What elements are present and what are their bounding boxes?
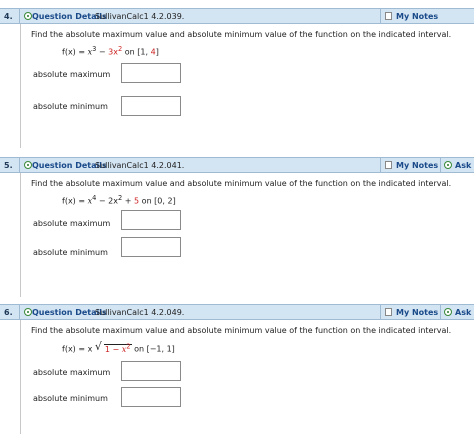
function-lhs: f(x) = x [62, 344, 93, 354]
my-notes-button[interactable]: My Notes [380, 305, 440, 319]
function-interval: on [0, 2] [139, 196, 176, 206]
question-source: SullivanCalc1 4.2.049. [95, 308, 185, 317]
absolute-maximum-label: absolute maximum [33, 70, 111, 79]
question-4: 4. Question Details SullivanCalc1 4.2.03… [0, 8, 474, 148]
function-red-term: 3x [108, 47, 118, 57]
ask-label: Ask [455, 308, 472, 317]
absolute-maximum-label: absolute maximum [33, 219, 111, 228]
my-notes-button[interactable]: My Notes [380, 9, 440, 23]
question-body: Find the absolute maximum value and abso… [20, 320, 474, 434]
question-prompt: Find the absolute maximum value and abso… [31, 326, 452, 335]
function-lhs: f(x) = [62, 47, 88, 57]
absolute-minimum-label: absolute minimum [33, 102, 108, 111]
question-prompt: Find the absolute maximum value and abso… [31, 179, 452, 188]
question-body: Find the absolute maximum value and abso… [20, 173, 474, 297]
ask-button[interactable]: Ask [440, 305, 474, 319]
function-expression: f(x) = x4 − 2x2 + 5 on [0, 2] [62, 194, 176, 206]
question-source: SullivanCalc1 4.2.039. [95, 12, 185, 21]
expand-details-icon[interactable] [24, 308, 32, 316]
question-number: 4. [0, 9, 20, 23]
absolute-minimum-input[interactable] [121, 96, 181, 116]
ask-icon [444, 308, 452, 316]
my-notes-button[interactable]: My Notes [380, 158, 440, 172]
absolute-maximum-label: absolute maximum [33, 368, 111, 377]
absolute-minimum-label: absolute minimum [33, 248, 108, 257]
my-notes-label: My Notes [396, 161, 439, 170]
my-notes-label: My Notes [396, 12, 439, 21]
expand-details-icon[interactable] [24, 161, 32, 169]
question-5: 5. Question Details SullivanCalc1 4.2.04… [0, 157, 474, 297]
function-interval: on [−1, 1] [131, 344, 175, 354]
function-operator: − [96, 47, 109, 57]
radicand-a: 1 − [104, 344, 122, 354]
radicand: 1 − x2 [103, 342, 132, 354]
function-interval: on [1, [122, 47, 151, 57]
question-number: 6. [0, 305, 20, 319]
absolute-maximum-input[interactable] [121, 210, 181, 230]
absolute-minimum-input[interactable] [121, 387, 181, 407]
radical-icon: √ [94, 340, 102, 353]
question-header: 6. Question Details SullivanCalc1 4.2.04… [0, 304, 474, 320]
notes-icon [385, 12, 392, 20]
absolute-maximum-input[interactable] [121, 63, 181, 83]
notes-icon [385, 161, 392, 169]
absolute-minimum-input[interactable] [121, 237, 181, 257]
function-operator: − 2x [96, 196, 118, 206]
function-expression: f(x) = x √ 1 − x2 on [−1, 1] [62, 340, 175, 354]
my-notes-label: My Notes [396, 308, 439, 317]
absolute-minimum-label: absolute minimum [33, 394, 108, 403]
notes-icon [385, 308, 392, 316]
question-prompt: Find the absolute maximum value and abso… [31, 30, 452, 39]
square-root: √ 1 − x2 [94, 340, 132, 354]
question-body: Find the absolute maximum value and abso… [20, 24, 474, 148]
function-operator-2: + [122, 196, 135, 206]
question-source: SullivanCalc1 4.2.041. [95, 161, 185, 170]
function-interval-end: ] [155, 47, 159, 57]
function-lhs: f(x) = [62, 196, 88, 206]
question-6: 6. Question Details SullivanCalc1 4.2.04… [0, 304, 474, 434]
ask-icon [444, 161, 452, 169]
question-header: 5. Question Details SullivanCalc1 4.2.04… [0, 157, 474, 173]
ask-button[interactable]: Ask [440, 158, 474, 172]
expand-details-icon[interactable] [24, 12, 32, 20]
radicand-exponent: 2 [126, 342, 131, 350]
function-expression: f(x) = x3 − 3x2 on [1, 4] [62, 45, 159, 57]
absolute-maximum-input[interactable] [121, 361, 181, 381]
question-number: 5. [0, 158, 20, 172]
question-header: 4. Question Details SullivanCalc1 4.2.03… [0, 8, 474, 24]
ask-label: Ask [455, 161, 472, 170]
